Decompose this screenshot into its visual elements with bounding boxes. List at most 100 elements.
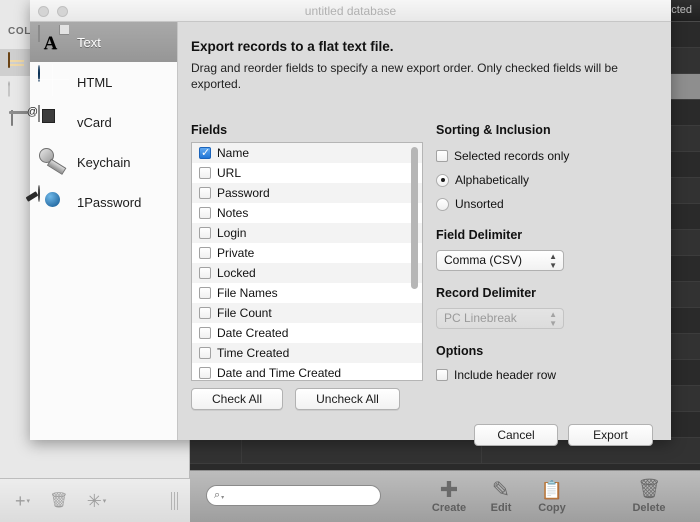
field-checkbox[interactable] [199, 187, 211, 199]
shirt-icon [8, 80, 30, 102]
dialog-titlebar[interactable]: untitled database [30, 0, 671, 22]
field-label: Login [217, 226, 247, 240]
format-item-text[interactable]: Text [30, 22, 177, 62]
dialog-title: Export records to a flat text file. [191, 39, 394, 54]
field-row[interactable]: Notes [192, 203, 422, 223]
check-all-button[interactable]: Check All [191, 388, 283, 410]
plus-icon: + [14, 491, 26, 511]
selected-records-only-row[interactable]: Selected records only [436, 149, 569, 163]
export-button[interactable]: Export [568, 424, 653, 446]
field-row[interactable]: Time Created [192, 343, 422, 363]
field-label: Password [217, 186, 270, 200]
field-row[interactable]: Private [192, 243, 422, 263]
format-label: Text [77, 34, 101, 50]
search-field[interactable]: ⌕ ▾ [206, 485, 381, 506]
field-label: URL [217, 166, 242, 180]
record-delimiter-value: PC Linebreak [444, 311, 517, 325]
trash-icon: 🗑 [49, 492, 69, 509]
search-icon: ⌕ [214, 489, 221, 501]
field-row[interactable]: URL [192, 163, 422, 183]
fields-scrollbar[interactable] [409, 145, 420, 380]
fields-list[interactable]: Name URL Password Notes Login Private Locked Fi… [191, 142, 423, 381]
uncheck-all-button[interactable]: Uncheck All [295, 388, 400, 410]
sidebar-toolbar: +▾ 🗑 ✳▾ [0, 478, 190, 522]
add-collection-button[interactable]: +▾ [8, 491, 36, 513]
sort-alphabetically-row[interactable]: Alphabetically [436, 173, 529, 187]
field-label: Name [217, 146, 250, 160]
format-item-vcard[interactable]: vCard [30, 102, 177, 142]
record-delimiter-select: PC Linebreak ▲ ▼ [436, 308, 564, 329]
record-delimiter-title: Record Delimiter [436, 286, 537, 300]
field-checkbox[interactable] [199, 307, 211, 319]
selected-records-only-label: Selected records only [454, 149, 570, 163]
delete-record-button[interactable]: 🗑 Delete [618, 477, 680, 514]
format-item-1password[interactable]: 1Password [30, 182, 177, 222]
stepper-arrows-icon: ▲ ▼ [549, 310, 557, 328]
field-checkbox[interactable] [199, 347, 211, 359]
search-input[interactable] [227, 489, 368, 502]
field-checkbox[interactable] [199, 327, 211, 339]
format-label: Keychain [77, 154, 131, 170]
clipboard-icon: 📋 [540, 480, 564, 500]
field-label: Private [217, 246, 255, 260]
field-checkbox[interactable] [199, 247, 211, 259]
field-checkbox[interactable] [199, 167, 211, 179]
field-checkbox[interactable] [199, 227, 211, 239]
field-delimiter-title: Field Delimiter [436, 228, 523, 242]
sidebar-resize-grip[interactable] [171, 492, 180, 510]
delete-label: Delete [632, 502, 666, 514]
chest-icon [8, 51, 30, 73]
field-row[interactable]: Locked [192, 263, 422, 283]
export-dialog: untitled database Text HTML vCard Keycha… [30, 0, 671, 446]
gear-icon: ✳ [86, 491, 102, 511]
field-label: Date Created [217, 326, 289, 340]
cancel-button[interactable]: Cancel [474, 424, 558, 446]
sort-unsorted-label: Unsorted [455, 197, 504, 211]
sort-unsorted-radio[interactable] [436, 197, 449, 211]
include-header-row-checkbox[interactable] [436, 369, 448, 381]
field-checkbox[interactable] [199, 146, 211, 160]
field-label: Time Created [217, 346, 290, 360]
field-row[interactable]: File Names [192, 283, 422, 303]
field-row[interactable]: Password [192, 183, 422, 203]
field-label: Date and Time Created [217, 366, 342, 380]
format-label: vCard [77, 114, 112, 130]
field-checkbox[interactable] [199, 207, 211, 219]
format-item-keychain[interactable]: Keychain [30, 142, 177, 182]
collection-settings-button[interactable]: ✳▾ [82, 491, 110, 513]
sorting-group-title: Sorting & Inclusion [436, 123, 551, 137]
copy-record-button[interactable]: 📋 Copy [521, 477, 583, 514]
column-header-label: cted [671, 4, 692, 16]
field-row[interactable]: Name [192, 143, 422, 163]
field-delimiter-select[interactable]: Comma (CSV) ▲ ▼ [436, 250, 564, 271]
scrollbar-thumb[interactable] [411, 147, 418, 289]
chevron-down-icon: ▾ [221, 495, 225, 501]
field-label: File Names [217, 286, 278, 300]
field-row[interactable]: Login [192, 223, 422, 243]
field-row[interactable]: Date and Time Created [192, 363, 422, 380]
include-header-row-label: Include header row [454, 368, 557, 382]
include-header-row-row[interactable]: Include header row [436, 368, 556, 382]
export-format-list: Text HTML vCard Keychain 1Password [30, 22, 178, 440]
field-label: File Count [217, 306, 272, 320]
selected-records-only-checkbox[interactable] [436, 150, 448, 162]
key-icon [38, 146, 68, 178]
field-checkbox[interactable] [199, 367, 211, 379]
text-document-icon [38, 25, 68, 58]
field-row[interactable]: Date Created [192, 323, 422, 343]
chevron-down-icon: ▾ [102, 498, 107, 505]
format-label: 1Password [77, 194, 142, 210]
field-checkbox[interactable] [199, 287, 211, 299]
chevron-down-icon: ▾ [26, 498, 31, 505]
field-row[interactable]: File Count [192, 303, 422, 323]
field-label: Locked [217, 266, 256, 280]
delete-collection-button[interactable]: 🗑 [45, 491, 73, 513]
vcard-icon [38, 105, 68, 138]
field-checkbox[interactable] [199, 267, 211, 279]
format-item-html[interactable]: HTML [30, 62, 177, 102]
sort-unsorted-row[interactable]: Unsorted [436, 197, 504, 211]
format-label: HTML [77, 74, 113, 90]
trash-icon: 🗑 [636, 479, 662, 500]
sort-alphabetically-radio[interactable] [436, 173, 449, 187]
dialog-subtitle: Drag and reorder fields to specify a new… [191, 61, 618, 91]
